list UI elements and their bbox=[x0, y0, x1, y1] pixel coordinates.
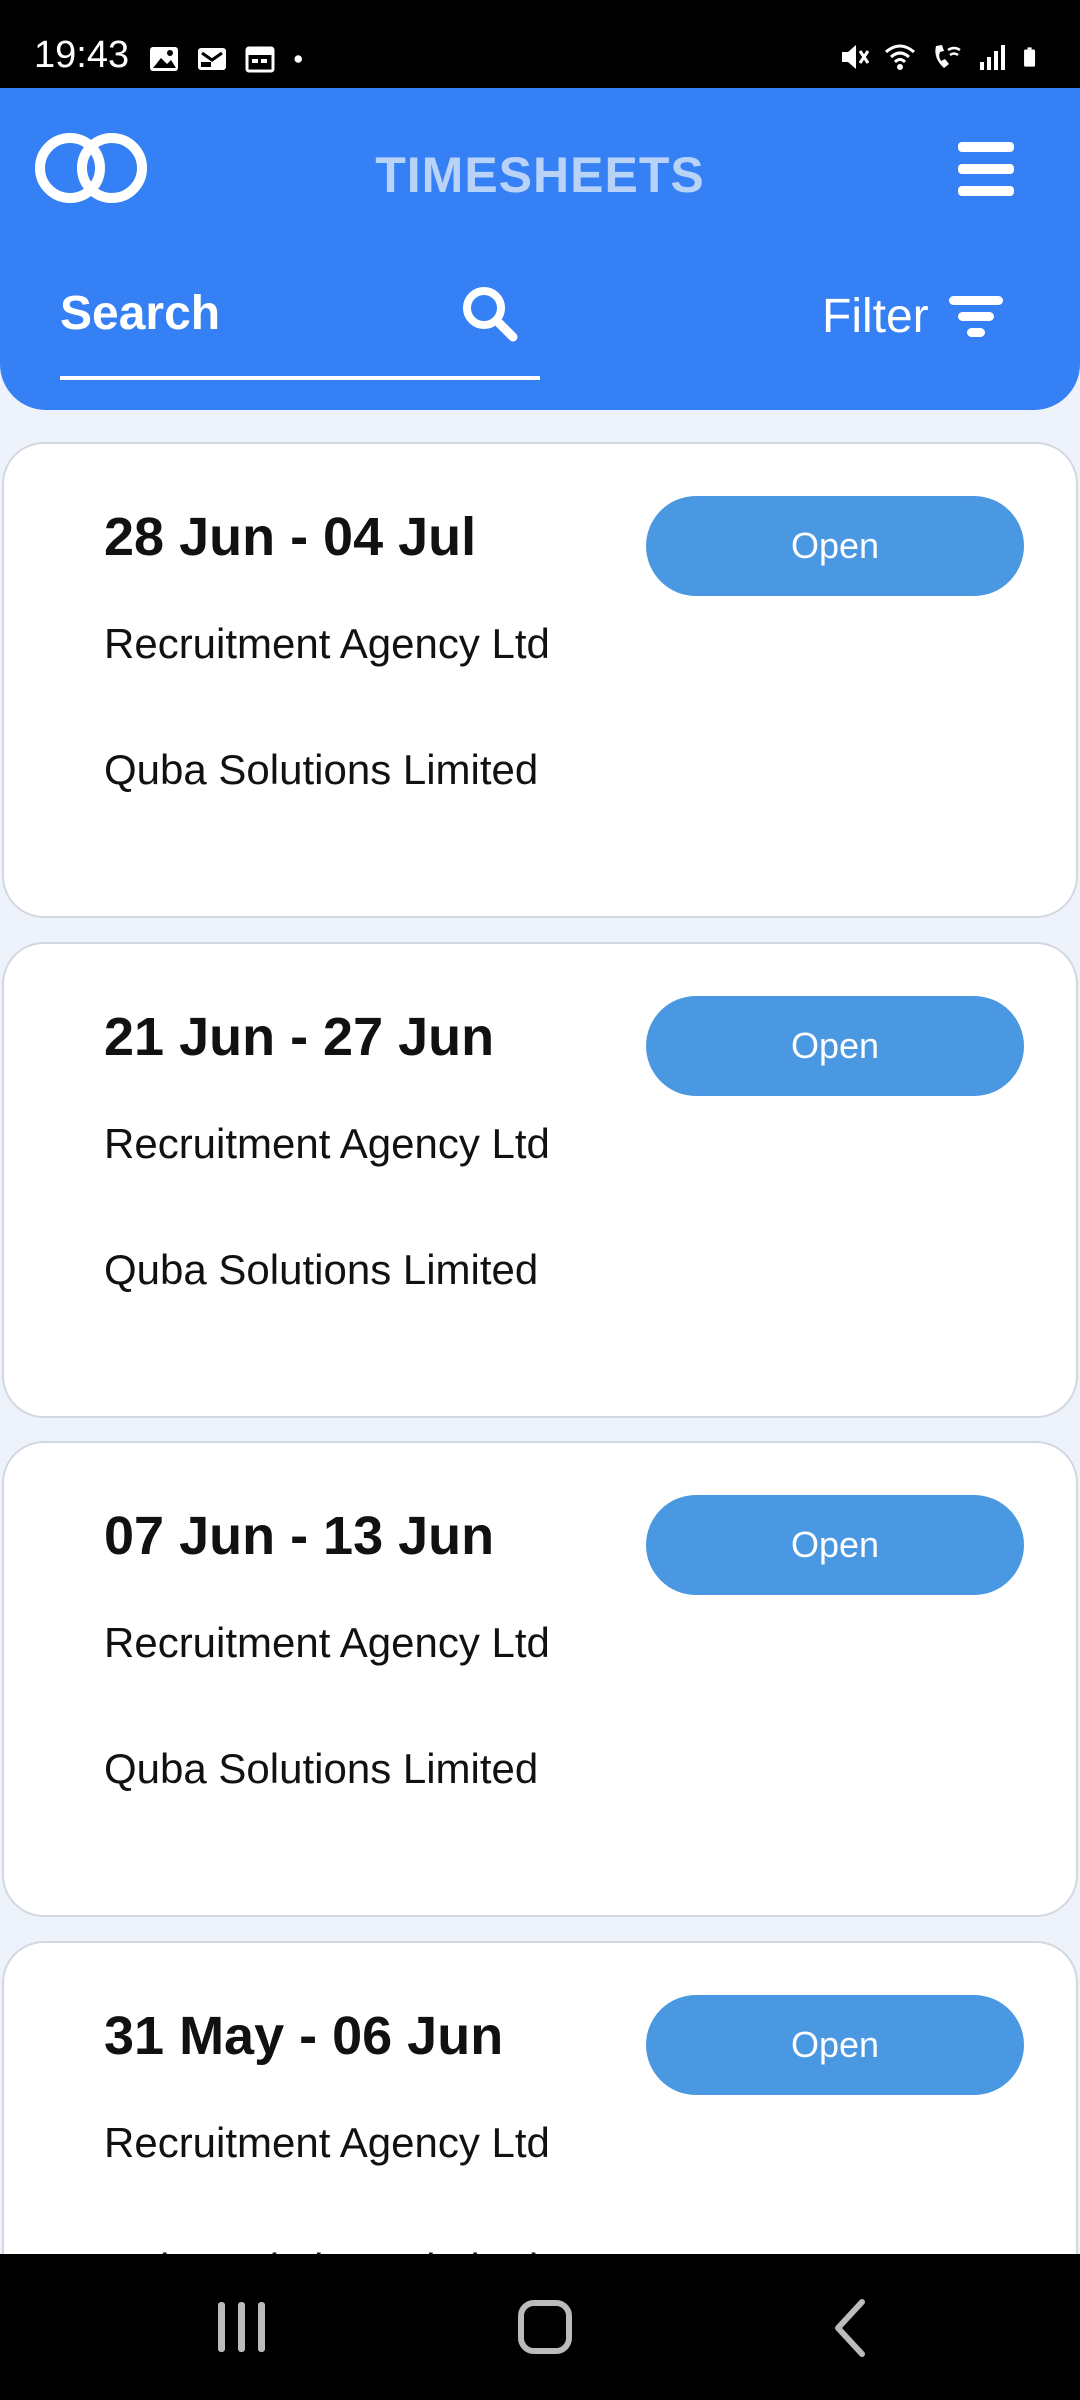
status-left-icons bbox=[148, 44, 312, 74]
battery-icon bbox=[1024, 47, 1036, 67]
timesheet-card: 21 Jun - 27 Jun Recruitment Agency Ltd Q… bbox=[2, 942, 1078, 1418]
timesheet-client: Quba Solutions Limited bbox=[104, 1246, 539, 1293]
back-button[interactable] bbox=[830, 2298, 870, 2358]
system-nav-bar bbox=[0, 2254, 1080, 2400]
timesheet-client: Quba Solutions Limited bbox=[104, 2237, 584, 2254]
timesheet-card: 07 Jun - 13 Jun Recruitment Agency Ltd Q… bbox=[2, 1441, 1078, 1917]
open-timesheet-button[interactable]: Open bbox=[646, 1995, 1024, 2095]
search-input[interactable]: Search bbox=[60, 280, 540, 380]
timesheet-client: Quba Solutions Limited bbox=[104, 1745, 539, 1792]
mute-icon bbox=[842, 45, 870, 69]
timesheet-agency: Recruitment Agency Ltd bbox=[104, 2119, 550, 2166]
wifi-icon bbox=[885, 44, 915, 70]
status-right-icons bbox=[838, 42, 1044, 72]
filter-label: Filter bbox=[822, 289, 929, 343]
timesheet-date-range: 21 Jun - 27 Jun bbox=[104, 1007, 495, 1067]
message-icon bbox=[198, 48, 226, 70]
timesheet-date-range: 07 Jun - 13 Jun bbox=[104, 1506, 495, 1566]
status-time: 19:43 bbox=[34, 34, 130, 76]
menu-button[interactable] bbox=[958, 142, 1020, 196]
hamburger-menu-icon bbox=[958, 142, 1014, 152]
timesheet-client: Quba Solutions Limited bbox=[104, 746, 539, 793]
wifi-call-icon bbox=[935, 45, 961, 68]
page-title: TIMESHEETS bbox=[375, 147, 705, 203]
timesheet-agency: Recruitment Agency Ltd bbox=[104, 1619, 550, 1666]
app-header: TIMESHEETS Search Filter bbox=[0, 88, 1080, 410]
timesheet-card: 31 May - 06 Jun Recruitment Agency Ltd Q… bbox=[2, 1941, 1078, 2254]
timesheet-agency: Recruitment Agency Ltd bbox=[104, 620, 550, 667]
open-timesheet-button[interactable]: Open bbox=[646, 496, 1024, 596]
signal-icon bbox=[980, 45, 1005, 70]
timesheet-card: 28 Jun - 04 Jul Recruitment Agency Ltd Q… bbox=[2, 442, 1078, 918]
timesheet-list[interactable]: 28 Jun - 04 Jul Recruitment Agency Ltd Q… bbox=[0, 442, 1080, 2254]
search-label: Search bbox=[60, 287, 221, 340]
timesheet-agency: Recruitment Agency Ltd bbox=[104, 1120, 550, 1167]
search-icon[interactable] bbox=[460, 284, 518, 342]
calendar-icon bbox=[245, 46, 275, 73]
status-bar: 19:43 bbox=[0, 0, 1080, 88]
open-timesheet-button[interactable]: Open bbox=[646, 1495, 1024, 1595]
timesheet-date-range: 31 May - 06 Jun bbox=[104, 2006, 504, 2066]
timesheet-date-range: 28 Jun - 04 Jul bbox=[104, 507, 477, 567]
open-timesheet-button[interactable]: Open bbox=[646, 996, 1024, 1096]
home-button[interactable] bbox=[518, 2300, 572, 2354]
dot-icon bbox=[294, 55, 302, 63]
filter-button[interactable]: Filter bbox=[822, 286, 1003, 346]
recents-button[interactable] bbox=[218, 2302, 268, 2352]
filter-icon bbox=[948, 294, 1003, 338]
image-icon bbox=[150, 47, 178, 71]
recents-icon bbox=[218, 2302, 225, 2352]
